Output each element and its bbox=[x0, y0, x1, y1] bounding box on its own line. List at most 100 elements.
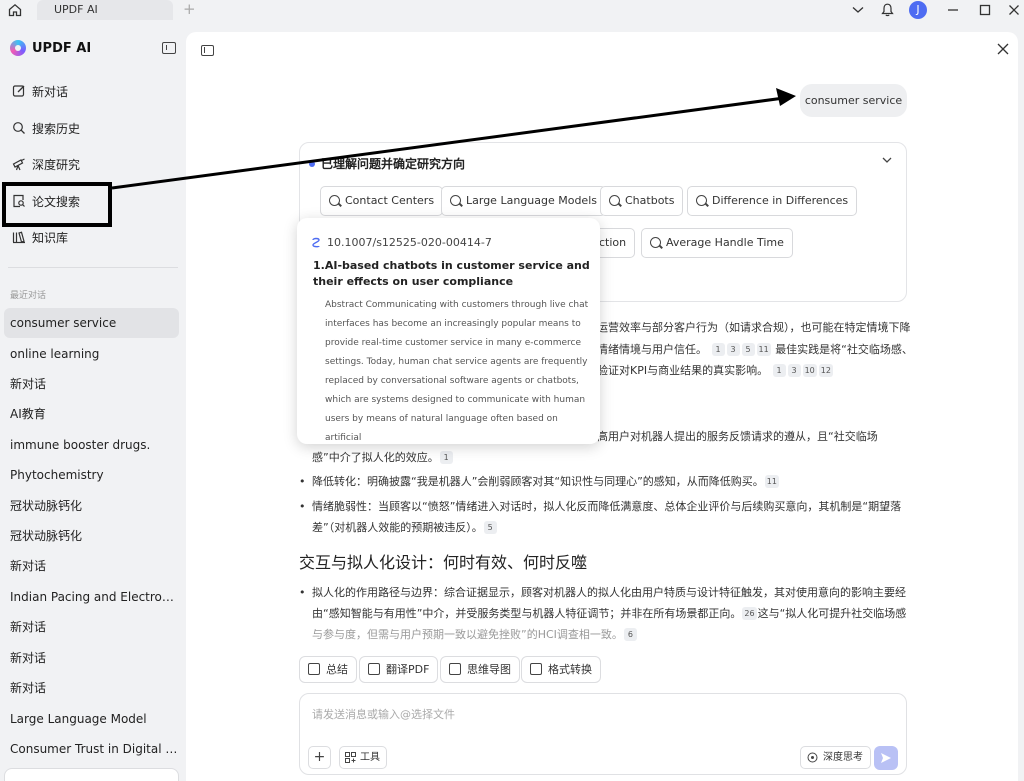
button-label: 总结 bbox=[326, 663, 348, 676]
minimize-button[interactable] bbox=[945, 0, 961, 20]
history-item[interactable]: Phytochemistry bbox=[4, 460, 179, 490]
close-icon bbox=[997, 43, 1009, 55]
history-item[interactable]: 新对话 bbox=[4, 369, 179, 399]
answer-bullet: 情绪脆弱性：当顾客以“愤怒”情绪进入对话时，拟人化反而降低满意度、总体企业评价与… bbox=[299, 496, 901, 538]
citation-badge[interactable]: 10 bbox=[802, 364, 817, 377]
citation-badge[interactable]: 1 bbox=[439, 451, 453, 464]
sidebar-item-knowledge-base[interactable]: 知识库 bbox=[12, 227, 68, 247]
message-input[interactable] bbox=[312, 708, 872, 721]
button-label: 格式转换 bbox=[548, 663, 592, 676]
research-chip[interactable]: Large Language Models bbox=[441, 186, 606, 216]
convert-icon bbox=[530, 663, 542, 675]
search-icon bbox=[650, 237, 661, 248]
history-item[interactable]: 新对话 bbox=[4, 673, 179, 703]
sidebar-item-search-history[interactable]: 搜索历史 bbox=[12, 118, 80, 138]
close-icon bbox=[1009, 5, 1019, 15]
history-item[interactable]: Indian Pacing and Electrophysiology bbox=[4, 582, 179, 612]
chip-label: Difference in Differences bbox=[712, 194, 849, 207]
answer-text-segment: 拟人化的作用路径与边界：综合证据显示，顾客对机器人的拟人化由用户特质与设计特征触… bbox=[312, 586, 906, 599]
citation-badge[interactable]: 12 bbox=[818, 364, 833, 377]
answer-text: 高用户对机器人提出的服务反馈请求的遵从，且“社交临场 bbox=[597, 430, 878, 443]
history-item[interactable]: 新对话 bbox=[4, 551, 179, 581]
history-item[interactable]: AI教育 bbox=[4, 399, 179, 429]
summarize-button[interactable]: 总结 bbox=[299, 656, 357, 683]
research-chip[interactable]: Average Handle Time bbox=[641, 228, 793, 258]
link-icon bbox=[312, 237, 320, 247]
sidebar: UPDF AI 新对话 搜索历史 深度研究 论文搜索 知识库 最近对话 cons… bbox=[0, 20, 186, 781]
citation-badge[interactable]: 1 bbox=[772, 364, 786, 377]
answer-text-segment: 感”中介了拟人化的效应。 bbox=[312, 451, 439, 464]
history-item[interactable]: online learning bbox=[4, 339, 179, 369]
answer-bullet: 降低转化：明确披露“我是机器人”会削弱顾客对其“知识性与同理心”的感知，从而降低… bbox=[299, 471, 899, 492]
library-icon bbox=[12, 230, 26, 244]
history-item[interactable]: immune booster drugs. bbox=[4, 430, 179, 460]
toggle-panel-icon[interactable] bbox=[201, 45, 214, 56]
chip-label: Large Language Models bbox=[466, 194, 597, 207]
format-convert-button[interactable]: 格式转换 bbox=[521, 656, 601, 683]
chevron-down-icon bbox=[882, 157, 892, 163]
citation-badge[interactable]: 6 bbox=[623, 628, 637, 641]
doi-text: 10.1007/s12525-020-00414-7 bbox=[327, 236, 492, 249]
send-button[interactable] bbox=[874, 746, 898, 770]
close-panel-button[interactable] bbox=[997, 42, 1009, 58]
mind-map-icon bbox=[449, 663, 461, 675]
chat-panel: consumer service 已理解问题并确定研究方向 Contact Ce… bbox=[186, 32, 1018, 781]
button-label: 思维导图 bbox=[467, 663, 511, 676]
deep-think-button[interactable]: 深度思考 bbox=[800, 746, 871, 769]
citation-badge[interactable]: 1 bbox=[711, 343, 725, 356]
chip-label: ction bbox=[599, 236, 627, 249]
history-item[interactable]: Consumer Trust in Digital Marketing bbox=[4, 734, 179, 764]
dropdown-button[interactable] bbox=[850, 0, 866, 20]
popover-title[interactable]: 1.AI-based chatbots in customer service … bbox=[313, 258, 593, 290]
window-close-button[interactable] bbox=[1006, 0, 1022, 20]
mind-map-button[interactable]: 思维导图 bbox=[440, 656, 520, 683]
citation-badge[interactable]: 3 bbox=[726, 343, 740, 356]
research-chip[interactable]: Chatbots bbox=[600, 186, 684, 216]
title-bar: UPDF AI + J bbox=[0, 0, 1024, 20]
citation-badge[interactable]: 26 bbox=[742, 607, 757, 620]
history-item-active[interactable]: consumer service bbox=[4, 308, 179, 338]
expand-chevron-button[interactable] bbox=[882, 154, 892, 167]
sidebar-item-new-chat[interactable]: 新对话 bbox=[12, 81, 68, 101]
tools-button[interactable]: 工具 bbox=[339, 746, 387, 769]
answer-text: 运营效率与部分客户行为（如请求合规），也可能在特定情境下降 bbox=[597, 321, 911, 334]
citation-badge[interactable]: 5 bbox=[483, 521, 497, 534]
sidebar-item-label: 搜索历史 bbox=[32, 121, 81, 136]
home-button[interactable] bbox=[6, 1, 24, 19]
notification-button[interactable] bbox=[879, 0, 895, 20]
minimize-icon bbox=[948, 9, 958, 11]
popover-doi[interactable]: 10.1007/s12525-020-00414-7 bbox=[311, 236, 492, 249]
summary-icon bbox=[308, 663, 320, 675]
attach-button[interactable]: + bbox=[308, 746, 331, 769]
search-icon bbox=[12, 121, 26, 135]
citation-badge[interactable]: 11 bbox=[756, 343, 771, 356]
research-chip[interactable]: Contact Centers bbox=[320, 186, 444, 216]
avatar-letter: J bbox=[909, 1, 927, 19]
translate-pdf-button[interactable]: 翻译PDF bbox=[359, 656, 439, 683]
history-item[interactable]: 冠状动脉钙化 bbox=[4, 521, 179, 551]
status-dot-icon bbox=[309, 160, 315, 167]
citation-badge[interactable]: 11 bbox=[764, 475, 779, 488]
sidebar-item-deep-research[interactable]: 深度研究 bbox=[12, 154, 80, 174]
button-label: 深度思考 bbox=[823, 752, 863, 763]
research-chip[interactable]: Difference in Differences bbox=[687, 186, 858, 216]
annotation-highlight-box bbox=[2, 182, 112, 227]
tab-updf-ai[interactable]: UPDF AI bbox=[37, 0, 173, 20]
account-panel[interactable] bbox=[4, 768, 179, 781]
button-label: 翻译PDF bbox=[386, 663, 430, 676]
history-item[interactable]: 冠状动脉钙化 bbox=[4, 491, 179, 521]
citation-badge[interactable]: 5 bbox=[741, 343, 755, 356]
telescope-icon bbox=[12, 157, 26, 171]
new-tab-button[interactable]: + bbox=[183, 1, 196, 17]
history-item[interactable]: 新对话 bbox=[4, 612, 179, 642]
history-item[interactable]: 新对话 bbox=[4, 643, 179, 673]
citation-badge[interactable]: 3 bbox=[787, 364, 801, 377]
research-card-title-text: 已理解问题并确定研究方向 bbox=[321, 157, 466, 171]
history-item[interactable]: Large Language Model bbox=[4, 704, 179, 734]
edit-icon bbox=[12, 84, 26, 98]
updf-logo-icon bbox=[10, 40, 26, 56]
collapse-sidebar-icon[interactable] bbox=[162, 42, 176, 54]
home-icon bbox=[8, 3, 22, 17]
maximize-button[interactable] bbox=[977, 0, 993, 20]
user-avatar[interactable]: J bbox=[909, 0, 927, 20]
